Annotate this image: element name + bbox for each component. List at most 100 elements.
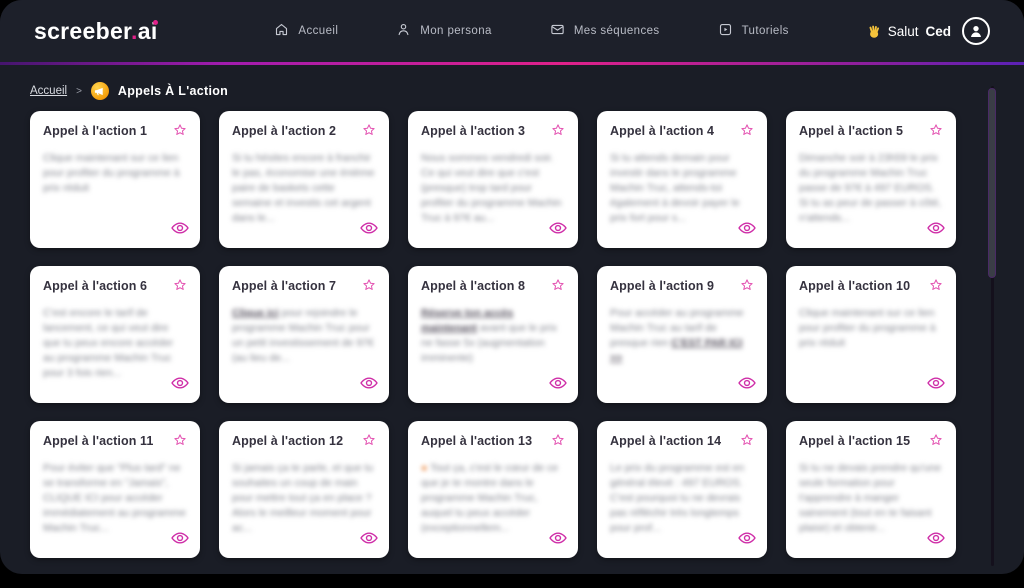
logo-suffix: ai <box>137 17 158 44</box>
eye-icon[interactable] <box>927 531 945 550</box>
star-icon[interactable] <box>929 433 943 452</box>
card-header: Appel à l'action 7 <box>232 279 376 297</box>
star-icon[interactable] <box>362 278 376 297</box>
cta-card[interactable]: Appel à l'action 10 Clique maintenant su… <box>786 266 956 403</box>
card-body-segment: C'est encore le tarif de lancement, ce q… <box>43 307 174 379</box>
card-title: Appel à l'action 3 <box>421 124 526 138</box>
star-icon[interactable] <box>929 278 943 297</box>
eye-icon[interactable] <box>549 376 567 395</box>
eye-icon[interactable] <box>171 376 189 395</box>
user-greeting[interactable]: Salut Ced <box>866 17 990 45</box>
nav-item-mes-sequences[interactable]: Mes séquences <box>550 22 660 40</box>
app-logo[interactable]: screeber.ai <box>34 18 158 45</box>
cta-card[interactable]: Appel à l'action 5 Dimanche soir à 23h59… <box>786 111 956 248</box>
card-title: Appel à l'action 5 <box>799 124 904 138</box>
card-body-preview: Dimanche soir à 23h59 le prix du program… <box>799 151 943 226</box>
logo-main: screeber <box>34 17 132 44</box>
card-body-segment: ● <box>421 462 431 474</box>
card-title: Appel à l'action 11 <box>43 434 154 448</box>
card-body-preview: Nous sommes vendredi soir. Ce qui veut d… <box>421 151 565 226</box>
eye-icon[interactable] <box>738 376 756 395</box>
cta-card[interactable]: Appel à l'action 14 Le prix du programme… <box>597 421 767 558</box>
eye-icon[interactable] <box>549 221 567 240</box>
cta-card[interactable]: Appel à l'action 15 Si tu ne devais pren… <box>786 421 956 558</box>
nav-item-tutoriels[interactable]: Tutoriels <box>718 22 789 40</box>
star-icon[interactable] <box>551 433 565 452</box>
eye-icon[interactable] <box>927 221 945 240</box>
cta-card[interactable]: Appel à l'action 9 Pour accéder au progr… <box>597 266 767 403</box>
cta-card[interactable]: Appel à l'action 11 Pour éviter que "Plu… <box>30 421 200 558</box>
logo-dot: . <box>131 17 138 44</box>
cta-card[interactable]: Appel à l'action 8 Réserve ton accès mai… <box>408 266 578 403</box>
play-icon <box>718 22 733 40</box>
nav-item-accueil[interactable]: Accueil <box>274 22 338 40</box>
eye-icon[interactable] <box>360 221 378 240</box>
card-body-segment: Si tu hésites encore à franchir le pas, … <box>232 152 375 224</box>
card-header: Appel à l'action 1 <box>43 124 187 142</box>
star-icon[interactable] <box>929 123 943 142</box>
card-body-segment: Dimanche soir à 23h59 le prix du program… <box>799 152 942 224</box>
card-title: Appel à l'action 1 <box>43 124 148 138</box>
scrollbar-track[interactable] <box>988 86 996 566</box>
eye-icon[interactable] <box>171 531 189 550</box>
nav-label: Tutoriels <box>741 25 789 37</box>
greeting-text: Salut <box>887 23 919 39</box>
cards-grid: Appel à l'action 1 Clique maintenant sur… <box>0 101 1024 558</box>
card-header: Appel à l'action 14 <box>610 434 754 452</box>
megaphone-icon <box>90 82 109 100</box>
card-header: Appel à l'action 15 <box>799 434 943 452</box>
card-header: Appel à l'action 5 <box>799 124 943 142</box>
breadcrumb-home-link[interactable]: Accueil <box>30 85 67 97</box>
card-header: Appel à l'action 10 <box>799 279 943 297</box>
card-body-segment: Clique ici <box>232 307 279 319</box>
card-body-preview: Si jamais ça te parle, et que tu souhait… <box>232 461 376 536</box>
star-icon[interactable] <box>362 123 376 142</box>
avatar[interactable] <box>962 17 990 45</box>
eye-icon[interactable] <box>360 531 378 550</box>
card-body-preview: C'est encore le tarif de lancement, ce q… <box>43 306 187 381</box>
cta-card[interactable]: Appel à l'action 1 Clique maintenant sur… <box>30 111 200 248</box>
star-icon[interactable] <box>740 123 754 142</box>
app-window: screeber.ai Accueil Mon persona Mes séqu… <box>0 0 1024 574</box>
breadcrumb: Accueil > Appels À L'action <box>0 65 1024 101</box>
card-body-preview: Réserve ton accès maintenant avant que l… <box>421 306 565 366</box>
cta-card[interactable]: Appel à l'action 4 Si tu attends demain … <box>597 111 767 248</box>
star-icon[interactable] <box>551 123 565 142</box>
envelope-icon <box>550 22 565 40</box>
star-icon[interactable] <box>173 123 187 142</box>
eye-icon[interactable] <box>738 221 756 240</box>
star-icon[interactable] <box>740 433 754 452</box>
card-header: Appel à l'action 2 <box>232 124 376 142</box>
main-content: Accueil > Appels À L'action Appel à l'ac… <box>0 65 1024 558</box>
card-header: Appel à l'action 8 <box>421 279 565 297</box>
card-title: Appel à l'action 4 <box>610 124 715 138</box>
nav-label: Mes séquences <box>573 25 660 37</box>
card-header: Appel à l'action 12 <box>232 434 376 452</box>
card-body-preview: Si tu hésites encore à franchir le pas, … <box>232 151 376 226</box>
eye-icon[interactable] <box>927 376 945 395</box>
eye-icon[interactable] <box>549 531 567 550</box>
cta-card[interactable]: Appel à l'action 7 Clique ici pour rejoi… <box>219 266 389 403</box>
card-body-segment: Si tu ne devais prendre qu'une seule for… <box>799 462 942 534</box>
card-body-preview: Pour éviter que "Plus tard" ne se transf… <box>43 461 187 536</box>
star-icon[interactable] <box>362 433 376 452</box>
card-body-preview: Le prix du programme est en général élev… <box>610 461 754 536</box>
card-title: Appel à l'action 6 <box>43 279 148 293</box>
scrollbar-thumb[interactable] <box>988 88 996 278</box>
cta-card[interactable]: Appel à l'action 2 Si tu hésites encore … <box>219 111 389 248</box>
card-title: Appel à l'action 7 <box>232 279 337 293</box>
star-icon[interactable] <box>740 278 754 297</box>
cta-card[interactable]: Appel à l'action 6 C'est encore le tarif… <box>30 266 200 403</box>
card-body-segment: Le prix du programme est en général élev… <box>610 462 745 534</box>
star-icon[interactable] <box>173 278 187 297</box>
cta-card[interactable]: Appel à l'action 12 Si jamais ça te parl… <box>219 421 389 558</box>
cta-card[interactable]: Appel à l'action 3 Nous sommes vendredi … <box>408 111 578 248</box>
star-icon[interactable] <box>173 433 187 452</box>
eye-icon[interactable] <box>360 376 378 395</box>
card-header: Appel à l'action 11 <box>43 434 187 452</box>
eye-icon[interactable] <box>738 531 756 550</box>
eye-icon[interactable] <box>171 221 189 240</box>
nav-item-mon-persona[interactable]: Mon persona <box>396 22 492 40</box>
star-icon[interactable] <box>551 278 565 297</box>
cta-card[interactable]: Appel à l'action 13 ● Tout ça, c'est le … <box>408 421 578 558</box>
